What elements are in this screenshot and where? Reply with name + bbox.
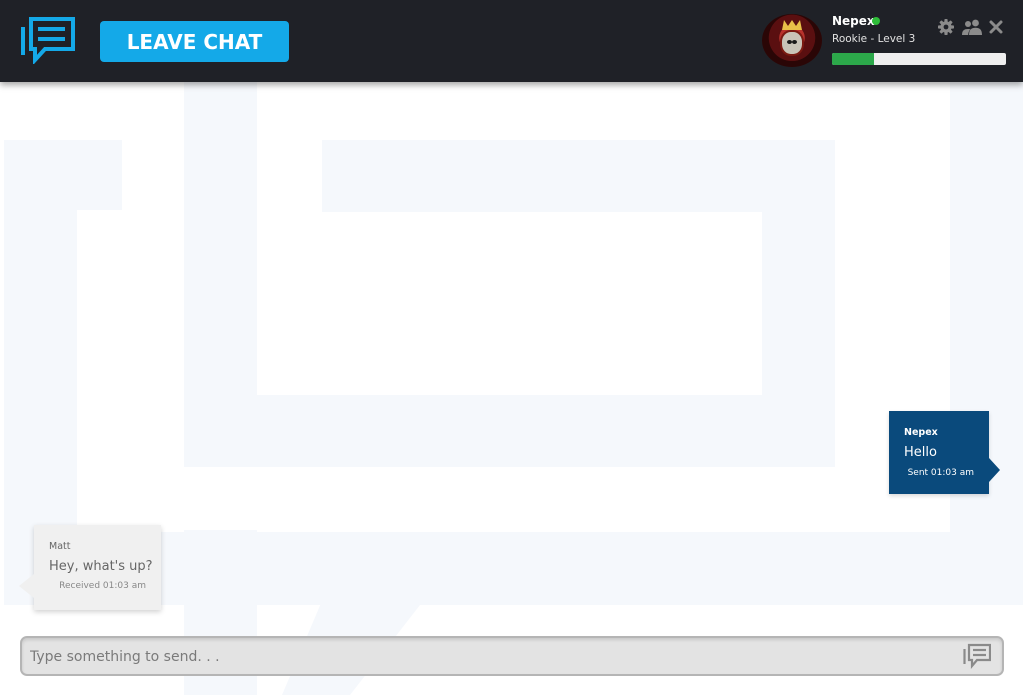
avatar-crown-art <box>782 20 802 30</box>
online-status-icon <box>872 17 880 25</box>
message-composer <box>20 636 1004 676</box>
message-received: Matt Hey, what's up? Received 01:03 am <box>19 525 161 610</box>
gear-icon[interactable] <box>937 18 955 36</box>
chat-header: LEAVE CHAT Nepex Rookie - Level 3 <box>0 0 1023 82</box>
message-timestamp: Sent 01:03 am <box>907 468 974 478</box>
chat-logo-icon <box>21 17 75 64</box>
message-author: Matt <box>49 541 71 552</box>
user-level: Rookie - Level 3 <box>832 33 916 45</box>
user-avatar[interactable] <box>762 14 822 67</box>
users-icon[interactable] <box>961 18 983 36</box>
message-text: Hey, what's up? <box>49 559 153 574</box>
send-message-icon[interactable] <box>963 643 991 670</box>
message-sent: Nepex Hello Sent 01:03 am <box>889 411 1000 494</box>
message-input[interactable] <box>30 644 930 670</box>
message-author: Nepex <box>904 427 938 438</box>
user-name: Nepex <box>832 14 875 28</box>
message-text: Hello <box>904 445 937 460</box>
level-progress-bar <box>832 53 1006 65</box>
level-progress-fill <box>832 53 874 65</box>
leave-chat-button[interactable]: LEAVE CHAT <box>100 21 289 62</box>
close-icon[interactable] <box>987 18 1005 36</box>
avatar-face-art <box>780 30 804 56</box>
message-timestamp: Received 01:03 am <box>59 581 146 591</box>
